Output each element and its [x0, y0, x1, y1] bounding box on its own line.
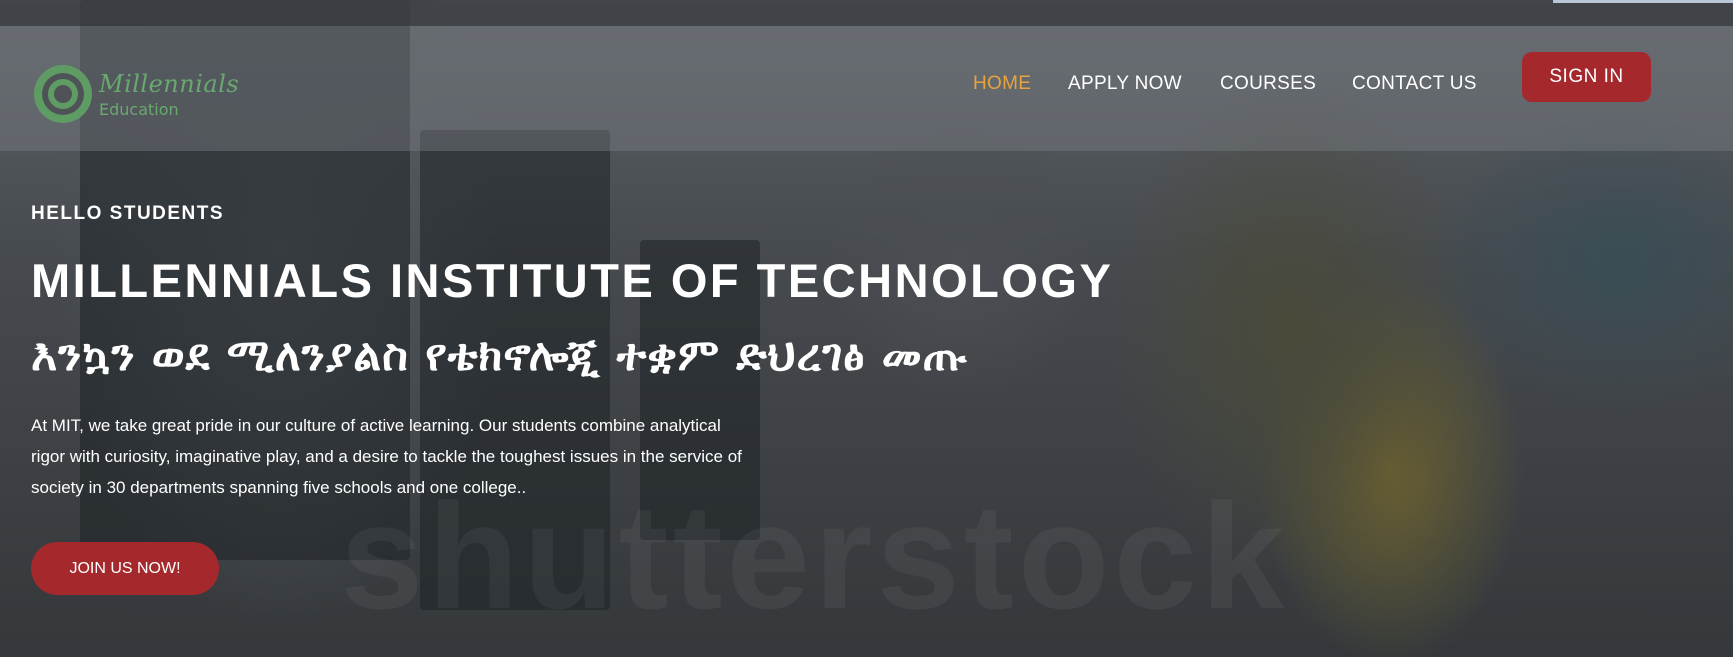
nav-apply-now[interactable]: APPLY NOW — [1068, 64, 1182, 104]
top-strip — [0, 0, 1733, 26]
hero-description: At MIT, we take great pride in our cultu… — [31, 416, 742, 497]
top-strip-edge — [1553, 0, 1733, 3]
join-us-button[interactable]: JOIN US NOW! — [31, 542, 219, 595]
sign-in-button[interactable]: SIGN IN — [1522, 52, 1651, 102]
nav-contact-us[interactable]: CONTACT US — [1352, 64, 1477, 104]
nav-courses[interactable]: COURSES — [1220, 64, 1316, 104]
hero-kicker: HELLO STUDENTS — [31, 203, 225, 224]
hero-subtitle-amharic: እንኳን ወደ ሚለንያልስ የቴክኖሎጂ ተቋም ድህረገፅ መጡ — [31, 330, 968, 381]
nav-home[interactable]: HOME — [973, 64, 1031, 104]
hero-title: MILLENNIALS INSTITUTE OF TECHNOLOGY — [31, 254, 1114, 307]
main-nav: HOME APPLY NOW COURSES CONTACT US — [0, 64, 1733, 104]
